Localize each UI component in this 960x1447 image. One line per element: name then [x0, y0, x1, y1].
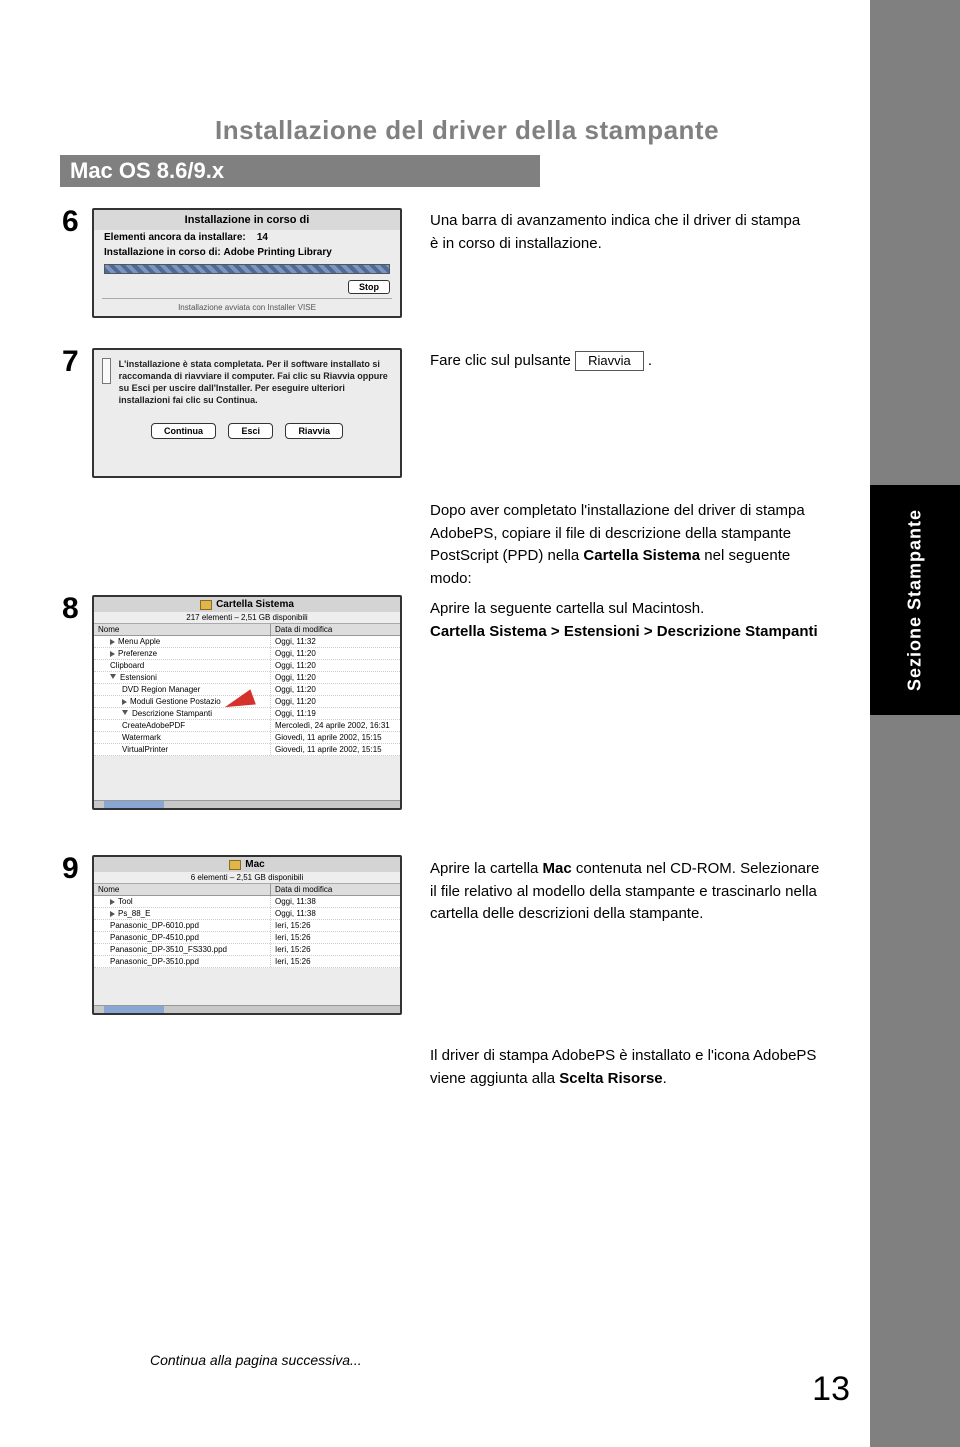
section-header: Mac OS 8.6/9.x	[60, 155, 540, 187]
screenshot-system-folder: Cartella Sistema 217 elementi – 2,51 GB …	[92, 595, 402, 810]
progress-bar	[104, 264, 390, 274]
exit-button[interactable]: Esci	[228, 423, 273, 439]
screenshot-restart-dialog: L'installazione è stata completata. Per …	[92, 348, 402, 478]
restart-button[interactable]: Riavvia	[285, 423, 343, 439]
window-subtitle: 6 elementi – 2,51 GB disponibili	[94, 872, 400, 884]
screenshot-mac-folder: Mac 6 elementi – 2,51 GB disponibili Nom…	[92, 855, 402, 1015]
list-item[interactable]: Descrizione StampantiOggi, 11:19	[94, 708, 400, 720]
list-item[interactable]: VirtualPrinterGiovedì, 11 aprile 2002, 1…	[94, 744, 400, 756]
file-list: ToolOggi, 11:38Ps_88_EOggi, 11:38Panason…	[94, 896, 400, 968]
step-6-text: Una barra di avanzamento indica che il d…	[430, 210, 810, 255]
step-9-text: Aprire la cartella Mac contenuta nel CD-…	[430, 858, 830, 926]
list-item[interactable]: CreateAdobePDFMercoledì, 24 aprile 2002,…	[94, 720, 400, 732]
dialog-message: L'installazione è stata completata. Per …	[119, 358, 392, 407]
step-8-number: 8	[62, 592, 79, 626]
scrollbar[interactable]	[94, 1005, 400, 1013]
step-7-number: 7	[62, 345, 79, 379]
stop-button[interactable]: Stop	[348, 280, 390, 294]
window-subtitle: 217 elementi – 2,51 GB disponibili	[94, 612, 400, 624]
list-item[interactable]: EstensioniOggi, 11:20	[94, 672, 400, 684]
list-item[interactable]: Panasonic_DP-3510.ppdIeri, 15:26	[94, 956, 400, 968]
page-title: Installazione del driver della stampante	[215, 115, 719, 146]
list-item[interactable]: WatermarkGiovedì, 11 aprile 2002, 15:15	[94, 732, 400, 744]
list-item[interactable]: ClipboardOggi, 11:20	[94, 660, 400, 672]
dialog-line1: Elementi ancora da installare: 14	[94, 230, 400, 245]
list-item[interactable]: Panasonic_DP-4510.ppdIeri, 15:26	[94, 932, 400, 944]
riavvia-inline-button: Riavvia	[575, 351, 644, 371]
dialog-title: Installazione in corso di	[94, 210, 400, 230]
continue-button[interactable]: Continua	[151, 423, 216, 439]
step-9-number: 9	[62, 852, 79, 886]
step-8-pretext: Dopo aver completato l'installazione del…	[430, 500, 820, 590]
final-text: Il driver di stampa AdobePS è installato…	[430, 1045, 830, 1090]
column-headers: NomeData di modifica	[94, 624, 400, 636]
step-6-number: 6	[62, 205, 79, 239]
list-item[interactable]: ToolOggi, 11:38	[94, 896, 400, 908]
list-item[interactable]: Ps_88_EOggi, 11:38	[94, 908, 400, 920]
window-titlebar: Cartella Sistema	[94, 597, 400, 612]
continue-note: Continua alla pagina successiva...	[150, 1352, 362, 1368]
dialog-footer: Installazione avviata con Installer VISE	[102, 298, 392, 312]
scrollbar[interactable]	[94, 800, 400, 808]
column-headers: NomeData di modifica	[94, 884, 400, 896]
page-number: 13	[812, 1370, 850, 1409]
step-7-text: Fare clic sul pulsante Riavvia .	[430, 350, 810, 373]
dialog-line2: Installazione in corso di: Adobe Printin…	[94, 245, 400, 260]
list-item[interactable]: PreferenzeOggi, 11:20	[94, 648, 400, 660]
folder-icon	[229, 860, 241, 870]
info-icon	[102, 358, 111, 384]
list-item[interactable]: Menu AppleOggi, 11:32	[94, 636, 400, 648]
list-item[interactable]: Panasonic_DP-6010.ppdIeri, 15:26	[94, 920, 400, 932]
screenshot-progress-dialog: Installazione in corso di Elementi ancor…	[92, 208, 402, 318]
step-8-text: Aprire la seguente cartella sul Macintos…	[430, 598, 820, 643]
right-sidebar	[870, 0, 960, 1447]
side-tab-label: Sezione Stampante	[870, 485, 960, 715]
list-item[interactable]: Panasonic_DP-3510_FS330.ppdIeri, 15:26	[94, 944, 400, 956]
window-titlebar: Mac	[94, 857, 400, 872]
folder-icon	[200, 600, 212, 610]
